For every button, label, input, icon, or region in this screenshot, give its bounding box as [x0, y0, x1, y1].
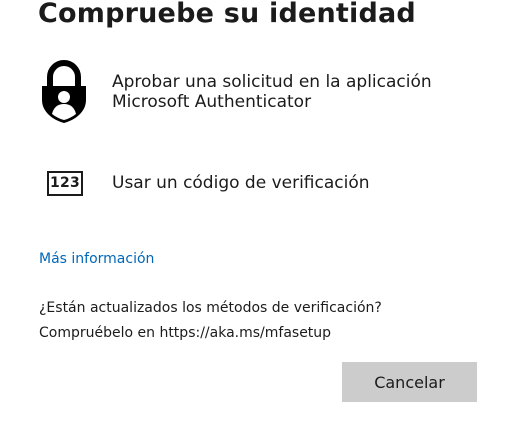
more-info-link[interactable]: Más información	[39, 251, 154, 267]
note-line-1: ¿Están actualizados los métodos de verif…	[39, 300, 382, 316]
page-title: Compruebe su identidad	[38, 0, 416, 29]
option-verification-code-label: Usar un código de verificación	[112, 173, 370, 193]
note-line-2: Compruébelo en https://aka.ms/mfasetup	[39, 325, 332, 341]
authenticator-lock-icon	[38, 60, 96, 124]
option-authenticator-line1: Aprobar una solicitud en la aplicación	[112, 72, 432, 92]
option-verification-code[interactable]: 123 Usar un código de verificación	[38, 164, 370, 202]
option-authenticator-approval[interactable]: Aprobar una solicitud en la aplicación M…	[38, 60, 432, 124]
verification-code-icon: 123	[38, 170, 96, 196]
option-authenticator-label: Aprobar una solicitud en la aplicación M…	[112, 72, 432, 112]
verification-methods-note: ¿Están actualizados los métodos de verif…	[39, 296, 382, 346]
verification-code-icon-text: 123	[47, 170, 83, 196]
option-authenticator-line2: Microsoft Authenticator	[112, 92, 312, 112]
cancel-button[interactable]: Cancelar	[342, 362, 477, 402]
